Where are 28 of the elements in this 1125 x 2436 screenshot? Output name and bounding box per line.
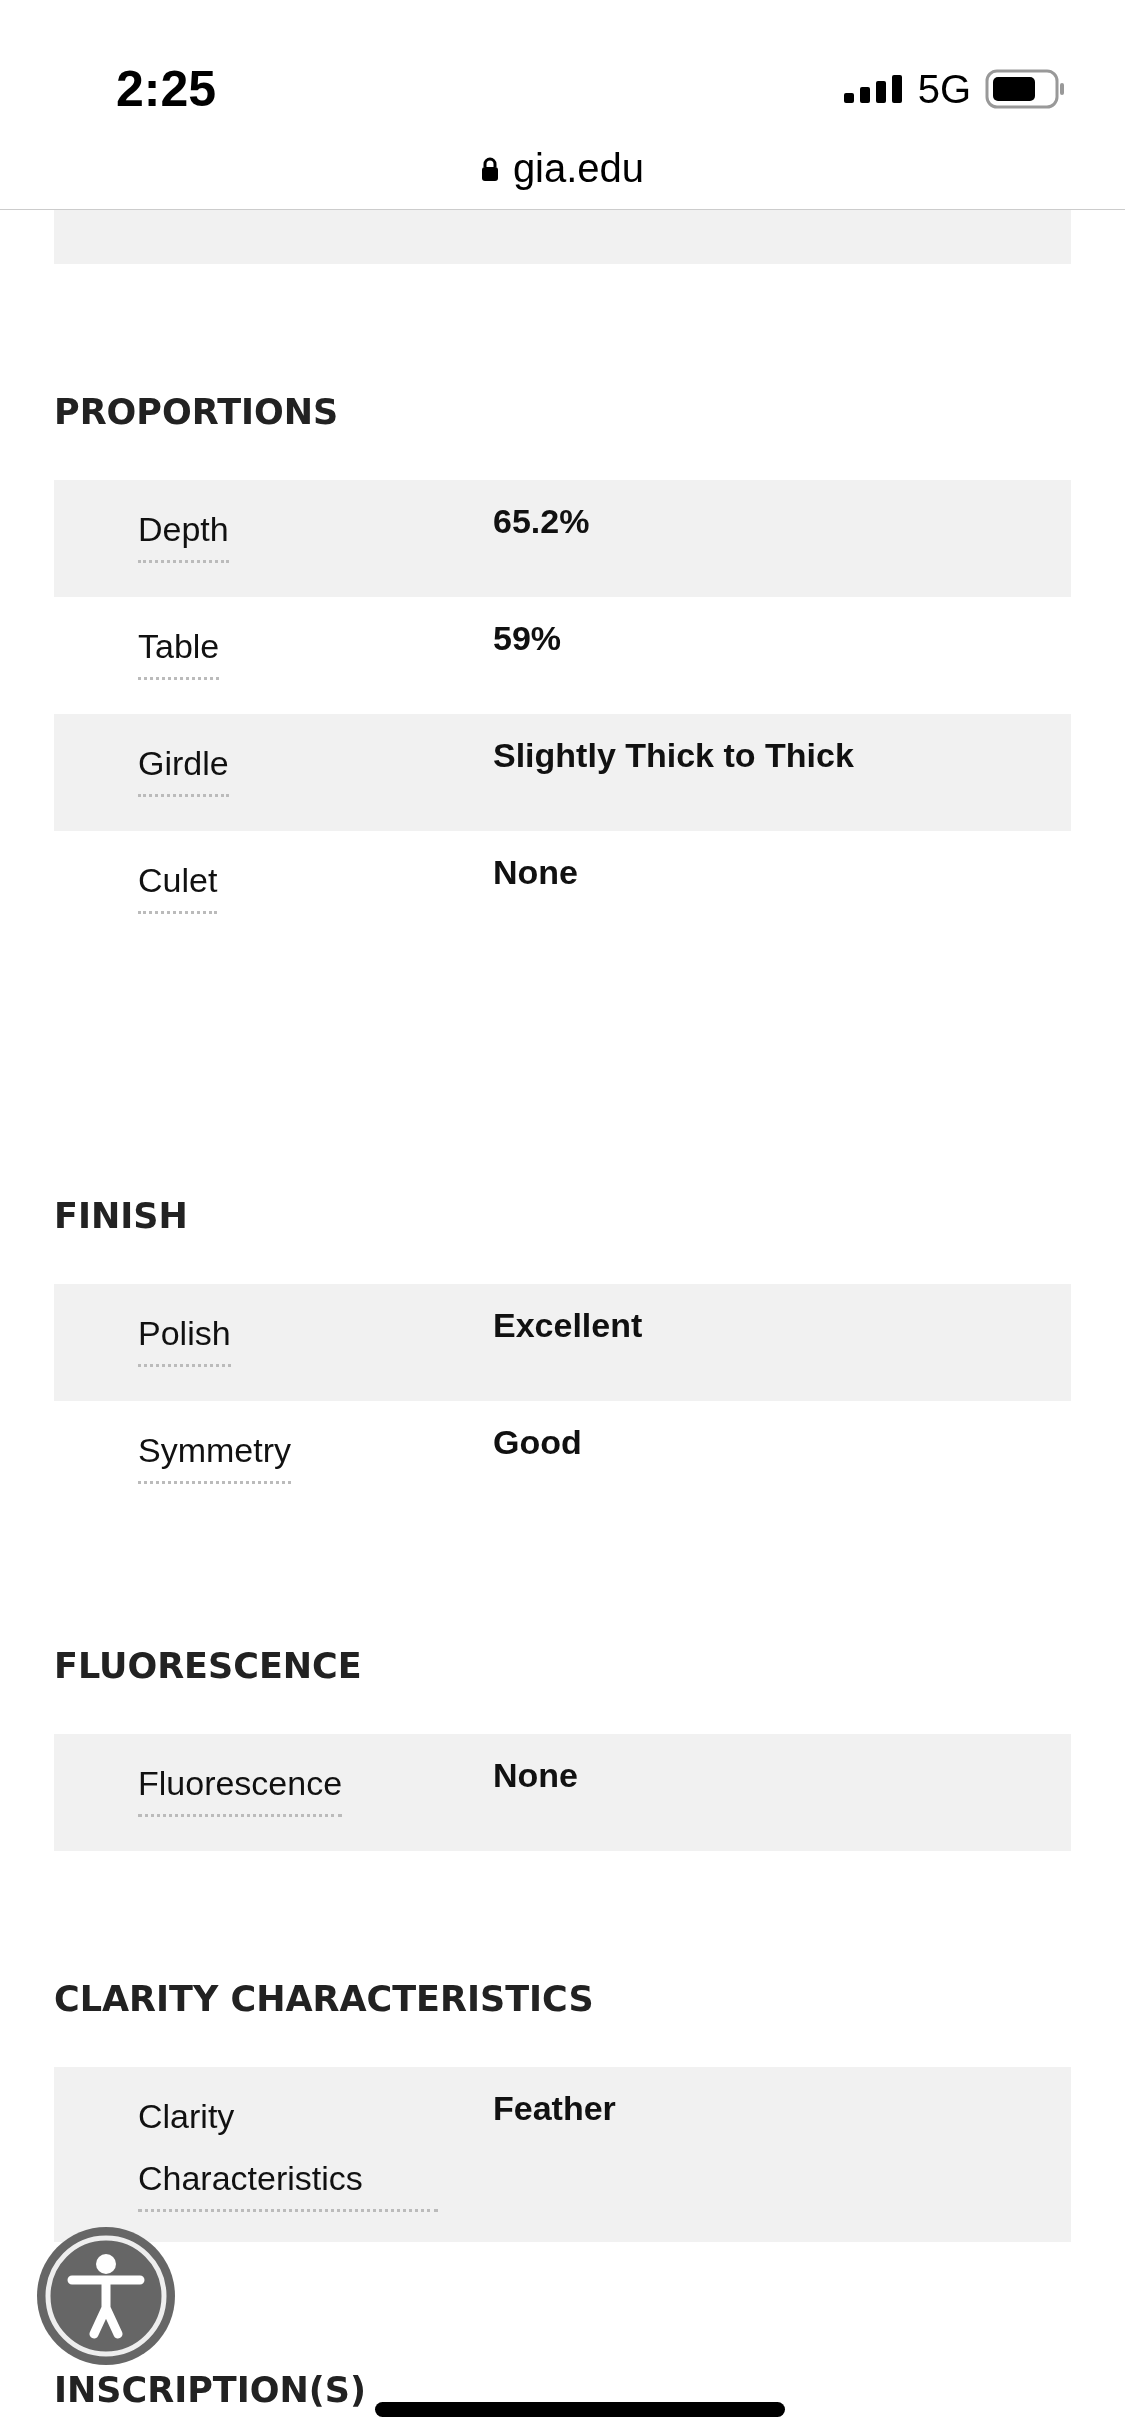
lock-icon xyxy=(480,156,499,181)
accessibility-icon[interactable] xyxy=(36,2226,176,2366)
field-value: Excellent xyxy=(493,1305,643,1346)
section-heading: INSCRIPTION(S) xyxy=(54,2372,367,2408)
section-heading: FINISH xyxy=(54,1198,189,1234)
field-label: Polish xyxy=(138,1302,231,1367)
network-label: 5G xyxy=(917,66,971,112)
clock-time: 2:25 xyxy=(116,60,217,118)
field-label: Depth xyxy=(138,498,229,563)
battery-icon xyxy=(985,69,1065,109)
section-heading: PROPORTIONS xyxy=(54,394,340,430)
field-label: Culet xyxy=(138,849,218,914)
field-label: Girdle xyxy=(138,732,229,797)
field-value: Slightly Thick to Thick xyxy=(493,735,854,776)
field-label: Table xyxy=(138,615,220,680)
field-label: Symmetry xyxy=(138,1419,291,1484)
field-label: Fluorescence xyxy=(138,1752,343,1817)
signal-icon xyxy=(843,75,904,103)
section-heading: CLARITY CHARACTERISTICS xyxy=(54,1981,595,2017)
url-text[interactable]: gia.edu xyxy=(512,146,645,191)
field-value: None xyxy=(493,1755,578,1796)
field-value: 59% xyxy=(493,618,562,659)
field-value: None xyxy=(493,852,578,893)
field-label: Clarity Characteristics xyxy=(138,2085,438,2212)
field-value: 65.2% xyxy=(493,501,590,542)
field-value: Feather xyxy=(493,2088,616,2129)
section-heading: FLUORESCENCE xyxy=(54,1648,363,1684)
field-value: Good xyxy=(493,1422,582,1463)
